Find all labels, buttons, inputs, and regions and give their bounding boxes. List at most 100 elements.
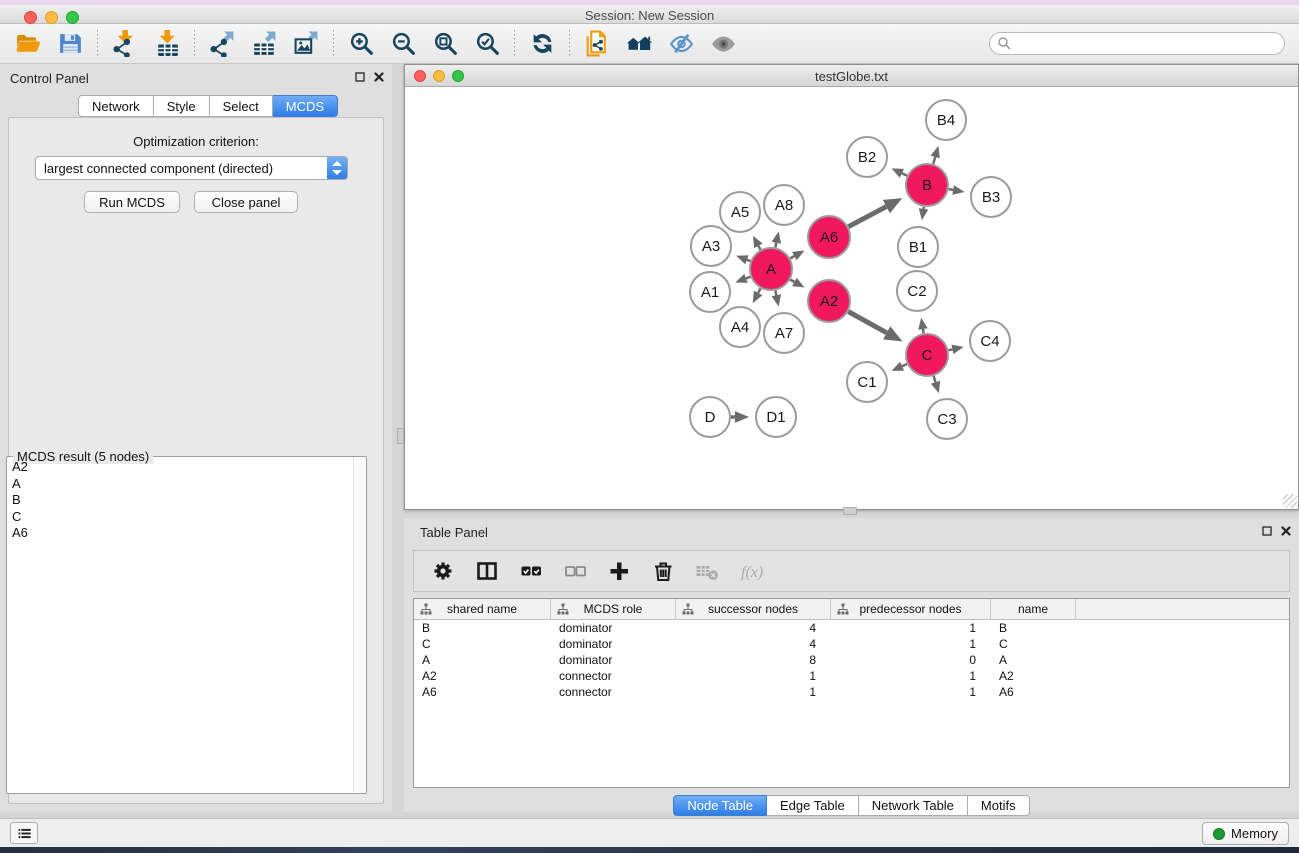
- node-A8[interactable]: A8: [764, 185, 804, 225]
- tab-network[interactable]: Network: [78, 95, 154, 117]
- tab-network-table[interactable]: Network Table: [859, 795, 968, 816]
- search-input[interactable]: [989, 32, 1285, 55]
- node-B[interactable]: B: [906, 164, 948, 206]
- node-B2[interactable]: B2: [847, 137, 887, 177]
- node-A3[interactable]: A3: [691, 226, 731, 266]
- column-header-name[interactable]: name: [991, 599, 1076, 619]
- export-network-button[interactable]: [204, 28, 240, 60]
- cell-successor-nodes[interactable]: 4: [676, 637, 831, 651]
- table-row[interactable]: Adominator80A: [414, 652, 1289, 668]
- import-table-button[interactable]: [149, 28, 185, 60]
- node-A7[interactable]: A7: [764, 313, 804, 353]
- cell-name[interactable]: B: [991, 621, 1076, 635]
- node-B1[interactable]: B1: [898, 227, 938, 267]
- cell-MCDS-role[interactable]: dominator: [551, 621, 676, 635]
- cell-successor-nodes[interactable]: 1: [676, 669, 831, 683]
- result-scrollbar[interactable]: [353, 458, 366, 792]
- tab-edge-table[interactable]: Edge Table: [767, 795, 859, 816]
- column-header-successor-nodes[interactable]: successor nodes: [676, 599, 831, 619]
- edge-A-A5[interactable]: [758, 246, 760, 250]
- node-C4[interactable]: C4: [970, 321, 1010, 361]
- cell-name[interactable]: A2: [991, 669, 1076, 683]
- node-A4[interactable]: A4: [720, 307, 760, 347]
- run-mcds-button[interactable]: Run MCDS: [84, 191, 180, 213]
- table-row[interactable]: Cdominator41C: [414, 636, 1289, 652]
- network-window-titlebar[interactable]: testGlobe.txt: [405, 65, 1298, 87]
- memory-button[interactable]: Memory: [1202, 822, 1289, 845]
- edge-A-A3[interactable]: [747, 260, 751, 261]
- cell-name[interactable]: A6: [991, 685, 1076, 699]
- cell-predecessor-nodes[interactable]: 1: [831, 621, 991, 635]
- edge-A-A1[interactable]: [746, 277, 750, 279]
- settings-gear-button[interactable]: [428, 556, 458, 586]
- open-session-button[interactable]: [10, 28, 46, 60]
- edge-A2-C[interactable]: [848, 312, 886, 333]
- tab-mcds[interactable]: MCDS: [273, 95, 338, 117]
- float-table-panel-icon[interactable]: [1262, 526, 1272, 536]
- cell-name[interactable]: C: [991, 637, 1076, 651]
- node-A2[interactable]: A2: [808, 280, 850, 322]
- edge-B-B3[interactable]: [949, 189, 954, 190]
- node-C3[interactable]: C3: [927, 399, 967, 439]
- edge-A-A4[interactable]: [758, 288, 761, 293]
- network-canvas[interactable]: B4B2BB3A8A5A6A3B1AC2A1A2A4A7C4CC1DD1C3: [405, 87, 1298, 509]
- node-D1[interactable]: D1: [756, 397, 796, 437]
- cell-predecessor-nodes[interactable]: 1: [831, 669, 991, 683]
- close-panel-button[interactable]: Close panel: [194, 191, 298, 213]
- node-A1[interactable]: A1: [690, 272, 730, 312]
- cell-shared-name[interactable]: A: [414, 653, 551, 667]
- cell-MCDS-role[interactable]: connector: [551, 685, 676, 699]
- table-row[interactable]: A6connector11A6: [414, 684, 1289, 700]
- edge-C-C3[interactable]: [934, 376, 936, 382]
- export-table-button[interactable]: [246, 28, 282, 60]
- column-header-predecessor-nodes[interactable]: predecessor nodes: [831, 599, 991, 619]
- birds-eye-view-button[interactable]: [705, 28, 741, 60]
- edge-A-A7[interactable]: [775, 291, 776, 296]
- node-A6[interactable]: A6: [808, 216, 850, 258]
- cell-shared-name[interactable]: B: [414, 621, 551, 635]
- edge-B-B4[interactable]: [933, 157, 935, 164]
- close-table-panel-icon[interactable]: [1281, 526, 1291, 536]
- task-history-button[interactable]: [10, 822, 38, 844]
- node-A5[interactable]: A5: [720, 192, 760, 232]
- export-image-button[interactable]: [288, 28, 324, 60]
- float-panel-icon[interactable]: [355, 72, 365, 82]
- vertical-splitter-grip[interactable]: [397, 428, 404, 444]
- import-network-button[interactable]: [107, 28, 143, 60]
- edge-A6-B[interactable]: [848, 207, 886, 227]
- zoom-fit-button[interactable]: [427, 28, 463, 60]
- node-C2[interactable]: C2: [897, 271, 937, 311]
- column-header-MCDS-role[interactable]: MCDS role: [551, 599, 676, 619]
- zoom-out-button[interactable]: [385, 28, 421, 60]
- save-session-button[interactable]: [52, 28, 88, 60]
- criterion-dropdown[interactable]: largest connected component (directed): [35, 156, 348, 180]
- node-B3[interactable]: B3: [971, 177, 1011, 217]
- mcds-result-list[interactable]: A2ABCA6: [7, 459, 352, 792]
- table-row[interactable]: Bdominator41B: [414, 620, 1289, 636]
- cell-successor-nodes[interactable]: 1: [676, 685, 831, 699]
- window-resize-grip[interactable]: [1283, 494, 1297, 508]
- refresh-layout-button[interactable]: [524, 28, 560, 60]
- cell-shared-name[interactable]: A2: [414, 669, 551, 683]
- cell-MCDS-role[interactable]: dominator: [551, 637, 676, 651]
- cell-predecessor-nodes[interactable]: 1: [831, 637, 991, 651]
- cell-shared-name[interactable]: A6: [414, 685, 551, 699]
- cell-predecessor-nodes[interactable]: 0: [831, 653, 991, 667]
- split-panel-button[interactable]: [472, 556, 502, 586]
- zoom-selected-button[interactable]: [469, 28, 505, 60]
- mcds-result-item[interactable]: B: [7, 492, 352, 509]
- horizontal-splitter-grip[interactable]: [843, 507, 857, 515]
- edge-A-A8[interactable]: [775, 243, 776, 248]
- tab-select[interactable]: Select: [210, 95, 273, 117]
- edge-A-A2[interactable]: [790, 280, 794, 282]
- mcds-result-item[interactable]: C: [7, 509, 352, 526]
- close-panel-icon[interactable]: [374, 72, 384, 82]
- node-C1[interactable]: C1: [847, 362, 887, 402]
- tab-node-table[interactable]: Node Table: [673, 795, 767, 816]
- node-A[interactable]: A: [750, 248, 792, 290]
- mcds-result-item[interactable]: A: [7, 476, 352, 493]
- edge-C-C2[interactable]: [923, 329, 924, 333]
- tab-motifs[interactable]: Motifs: [968, 795, 1030, 816]
- add-column-button[interactable]: [604, 556, 634, 586]
- mcds-result-item[interactable]: A2: [7, 459, 352, 476]
